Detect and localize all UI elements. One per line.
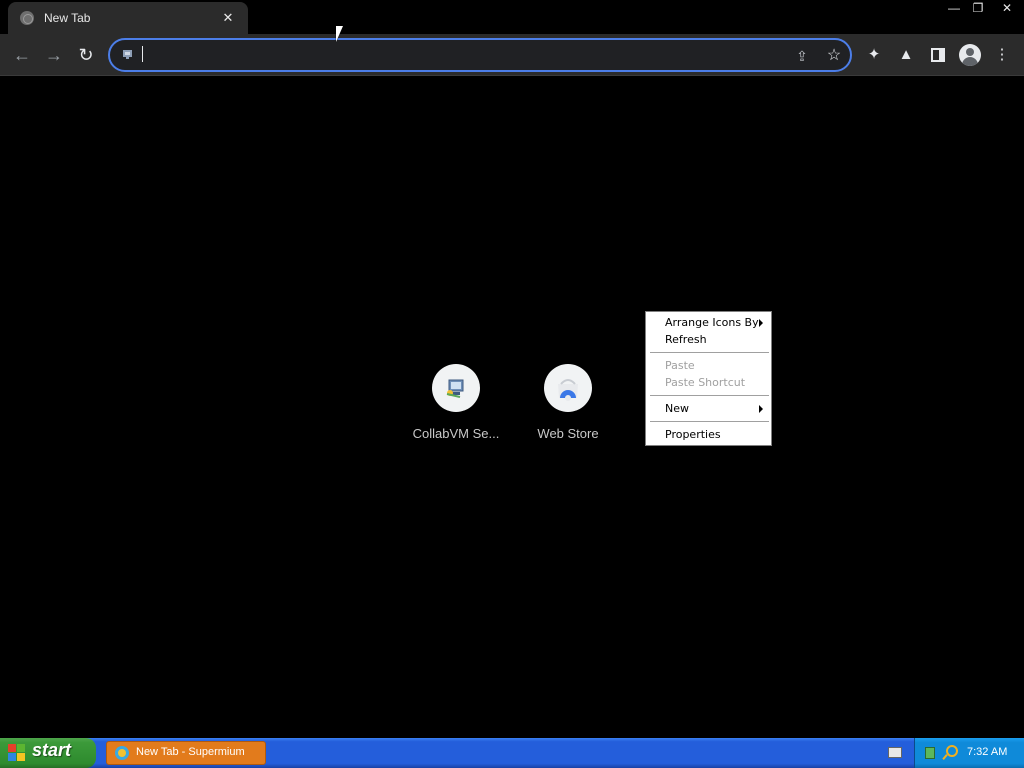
start-label: start — [32, 740, 72, 760]
taskbar-window-button[interactable]: New Tab - Supermium — [106, 741, 266, 765]
menu-separator — [650, 421, 769, 422]
submenu-arrow-icon — [759, 319, 763, 327]
windows-flag-icon — [8, 744, 26, 762]
menu-item-label: Paste Shortcut — [665, 376, 746, 389]
clock[interactable]: 7:32 AM — [967, 746, 1007, 758]
tab-close-button[interactable]: ✕ — [220, 10, 236, 26]
side-panel-icon[interactable] — [927, 44, 949, 66]
window-controls: — ❐ ✕ — [942, 0, 1024, 18]
supermium-icon — [115, 746, 129, 760]
shortcut-label: Web Store — [537, 426, 599, 441]
menu-item-label: New — [665, 402, 689, 415]
shortcut-collabvm[interactable]: CollabVM Se... — [400, 362, 512, 452]
globe-icon — [20, 11, 34, 25]
share-icon[interactable]: ⇪ — [792, 46, 812, 66]
system-tray: 7:32 AM — [914, 738, 1024, 768]
menu-item-label: Refresh — [665, 333, 707, 346]
taskbar-window-label: New Tab - Supermium — [136, 746, 245, 758]
taskbar: start New Tab - Supermium 7:32 AM — [0, 738, 1024, 768]
shortcut-label: CollabVM Se... — [412, 426, 500, 441]
search-icon[interactable] — [943, 744, 958, 760]
shortcut-web-store[interactable]: Web Store — [512, 362, 624, 452]
labs-flask-icon[interactable]: ▲ — [895, 44, 917, 66]
restore-button[interactable]: ❐ — [966, 0, 990, 18]
menu-separator — [650, 395, 769, 396]
forward-button[interactable]: → — [42, 42, 66, 68]
text-caret — [142, 46, 143, 62]
tab-title: New Tab — [44, 11, 91, 25]
submenu-arrow-icon — [759, 405, 763, 413]
collabvm-icon — [120, 47, 136, 63]
menu-separator — [650, 352, 769, 353]
reload-button[interactable]: ↻ — [74, 42, 98, 68]
tab-strip: New Tab ✕ — ❐ ✕ — [0, 0, 1024, 34]
menu-item-paste[interactable]: Paste — [647, 357, 770, 374]
menu-item-label: Properties — [665, 428, 721, 441]
menu-item-paste-shortcut[interactable]: Paste Shortcut — [647, 374, 770, 391]
tab-new-tab[interactable]: New Tab ✕ — [8, 2, 248, 34]
desktop-context-menu: Arrange Icons By Refresh Paste Paste Sho… — [645, 311, 772, 446]
menu-item-arrange-icons-by[interactable]: Arrange Icons By — [647, 314, 770, 331]
menu-item-label: Paste — [665, 359, 695, 372]
window-close-button[interactable]: ✕ — [990, 0, 1024, 18]
collabvm-icon — [432, 364, 480, 412]
extensions-puzzle-icon[interactable]: ✦ — [863, 44, 885, 66]
menu-item-refresh[interactable]: Refresh — [647, 331, 770, 348]
address-bar[interactable]: ⇪ ☆ — [108, 38, 852, 72]
browser-toolbar: ← → ↻ ⇪ ☆ ✦ ▲ ⋮ — [0, 34, 1024, 76]
menu-item-label: Arrange Icons By — [665, 316, 759, 329]
profile-avatar-icon[interactable] — [959, 44, 981, 66]
mouse-cursor-icon — [336, 26, 343, 42]
menu-item-properties[interactable]: Properties — [647, 426, 770, 443]
start-button[interactable]: start — [0, 738, 96, 768]
keyboard-language-icon[interactable] — [888, 747, 902, 758]
minimize-button[interactable]: — — [942, 0, 966, 18]
network-icon[interactable] — [925, 745, 939, 759]
address-input[interactable] — [142, 44, 782, 66]
bookmark-star-icon[interactable]: ☆ — [824, 46, 844, 66]
menu-item-new[interactable]: New — [647, 400, 770, 417]
more-menu-icon[interactable]: ⋮ — [991, 44, 1013, 66]
back-button[interactable]: ← — [10, 42, 34, 68]
web-store-icon — [544, 364, 592, 412]
